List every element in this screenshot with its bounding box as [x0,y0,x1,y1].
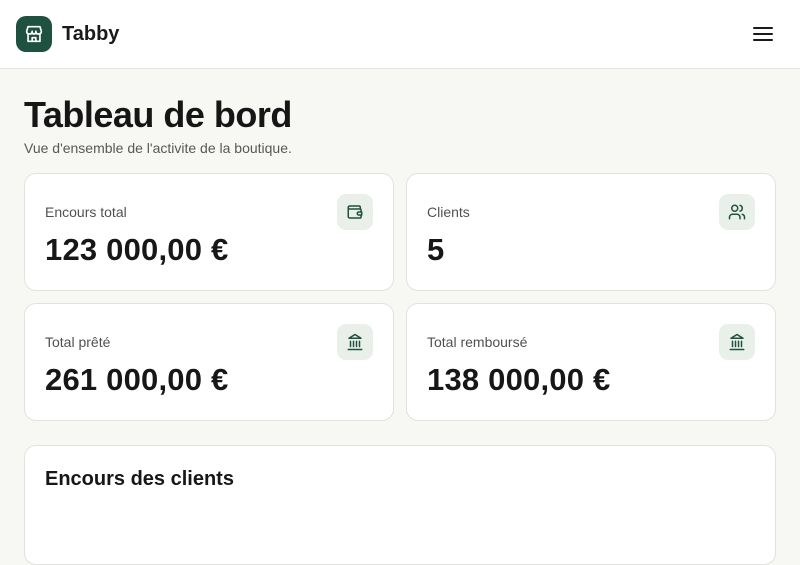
stat-value: 261 000,00 € [45,362,229,397]
store-icon[interactable] [16,16,52,52]
section-title: Encours des clients [45,468,234,490]
stats-grid: Encours total 123 000,00 € Clients 5 Tot… [24,173,776,421]
stat-value: 5 [427,232,445,267]
hamburger-menu-icon[interactable] [750,22,776,46]
stat-label: Total prêté [45,334,111,350]
stat-card-total-rembourse: Total remboursé 138 000,00 € [406,303,776,421]
stat-label: Clients [427,204,470,220]
stat-value: 138 000,00 € [427,362,611,397]
wallet-icon [337,194,373,230]
stat-label: Total remboursé [427,334,528,350]
main-content: Tableau de bord Vue d'ensemble de l'acti… [24,69,776,565]
users-icon [719,194,755,230]
page-subtitle: Vue d'ensemble de l'activite de la bouti… [24,140,292,156]
client-outstanding-section: Encours des clients [24,445,776,565]
stat-label: Encours total [45,204,127,220]
stat-card-clients: Clients 5 [406,173,776,291]
bank-icon [719,324,755,360]
stat-value: 123 000,00 € [45,232,229,267]
stat-card-encours-total: Encours total 123 000,00 € [24,173,394,291]
top-bar: Tabby [0,0,800,69]
brand-name[interactable]: Tabby [62,23,119,46]
bank-icon [337,324,373,360]
page-title: Tableau de bord [24,94,292,135]
stat-card-total-prete: Total prêté 261 000,00 € [24,303,394,421]
